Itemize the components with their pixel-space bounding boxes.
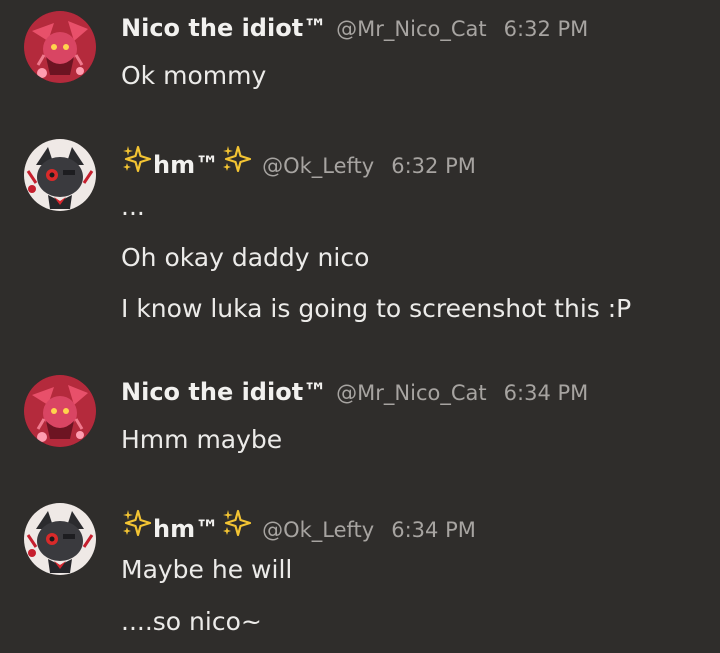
message-text: Maybe he will [121, 555, 293, 584]
avatar[interactable] [24, 139, 96, 211]
timestamp: 6:34 PM [391, 518, 476, 542]
author-name[interactable]: Nico the idiot™ [121, 378, 327, 406]
timestamp: 6:32 PM [391, 154, 476, 178]
message-text: Hmm maybe [121, 425, 283, 454]
message-header: hm™ @Ok_Lefty 6:32 PM [121, 145, 476, 179]
avatar[interactable] [24, 11, 96, 83]
message-header: hm™ @Ok_Lefty 6:34 PM [121, 509, 476, 543]
author-name[interactable]: hm™ [153, 515, 219, 543]
author-handle[interactable]: @Ok_Lefty [262, 154, 374, 178]
message-header: Nico the idiot™ @Mr_Nico_Cat 6:34 PM [121, 378, 588, 410]
sparkles-icon [221, 509, 253, 537]
message-list: Nico the idiot™ @Mr_Nico_Cat 6:32 PM Ok … [0, 0, 720, 653]
sparkles-icon [121, 145, 153, 173]
author-handle[interactable]: @Mr_Nico_Cat [336, 17, 486, 41]
author-handle[interactable]: @Mr_Nico_Cat [336, 381, 486, 405]
sparkles-icon [121, 509, 153, 537]
timestamp: 6:34 PM [503, 381, 589, 405]
message-text: I know luka is going to screenshot this … [121, 294, 632, 323]
author-name[interactable]: hm™ [153, 151, 219, 179]
timestamp: 6:32 PM [503, 17, 589, 41]
message-header: Nico the idiot™ @Mr_Nico_Cat 6:32 PM [121, 14, 588, 46]
message-text: Ok mommy [121, 61, 267, 90]
avatar[interactable] [24, 375, 96, 447]
sparkles-icon [221, 145, 253, 173]
message-text: ... [121, 192, 145, 221]
avatar[interactable] [24, 503, 96, 575]
message-text: Oh okay daddy nico [121, 243, 370, 272]
author-name[interactable]: Nico the idiot™ [121, 14, 327, 42]
message-text: ....so nico~ [121, 607, 262, 636]
author-handle[interactable]: @Ok_Lefty [262, 518, 374, 542]
